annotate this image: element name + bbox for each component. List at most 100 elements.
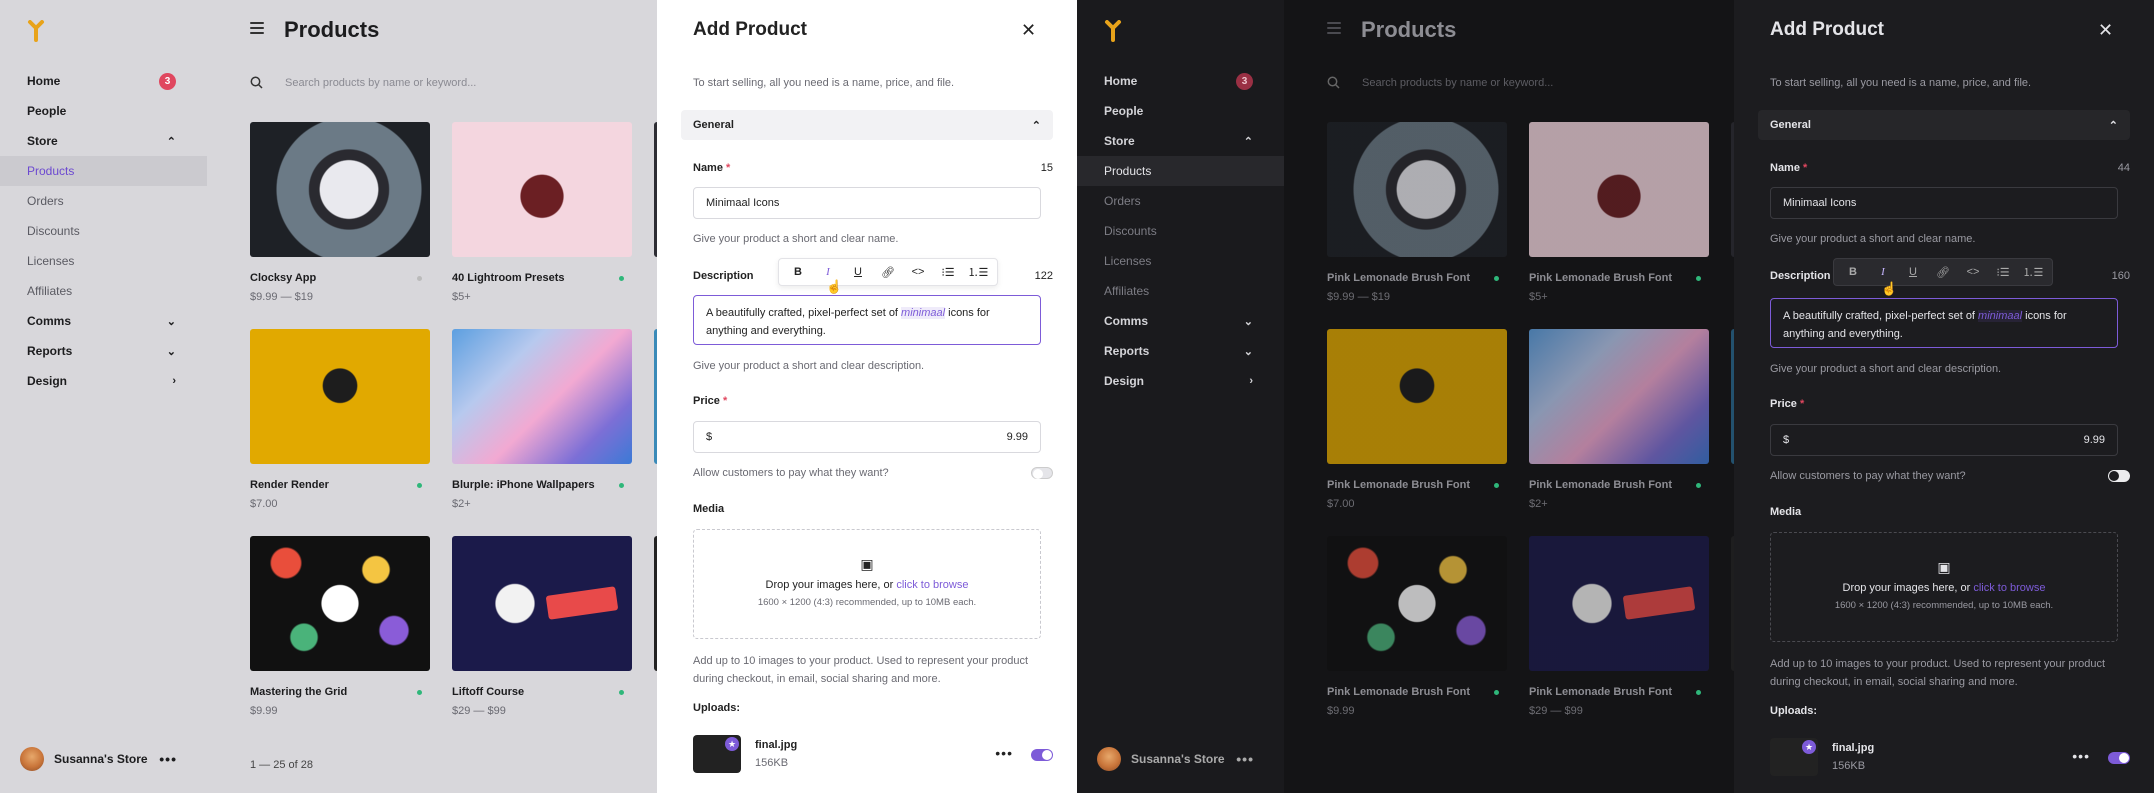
search-input[interactable]: Search products by name or keyword... [285,77,476,89]
sidebar-item-comms[interactable]: Comms ⌄ [1077,306,1284,336]
sidebar-item-orders[interactable]: Orders [0,186,207,216]
menu-icon[interactable] [1327,22,1341,34]
page-title: Products [284,17,380,42]
section-general[interactable]: General ⌃ [681,110,1053,140]
menu-icon[interactable] [250,22,264,34]
underline-icon[interactable]: U [1898,266,1928,278]
description-field[interactable]: A beautifully crafted, pixel-perfect set… [693,295,1041,345]
product-card[interactable]: Blurple: iPhone Wallpapers $2+ [452,329,632,536]
brand-logo-icon[interactable] [26,20,46,42]
product-card[interactable]: Clocksy App $9.99 — $19 [250,122,430,329]
sidebar-item-comms[interactable]: Comms ⌄ [0,306,207,336]
pay-what-you-want-toggle[interactable] [2108,470,2130,482]
more-options-icon[interactable]: ••• [159,751,177,767]
product-card[interactable]: Pink Lemonade Brush Font $2+ [1529,329,1709,536]
numbered-list-icon[interactable]: ⒈☰ [2018,264,2048,280]
brand-logo-icon[interactable] [1103,20,1123,42]
price-label: Price * [693,395,728,407]
code-icon[interactable]: <> [1958,266,1988,278]
sidebar-item-reports[interactable]: Reports ⌄ [0,336,207,366]
sidebar-item-products[interactable]: Products [0,156,207,186]
italic-icon[interactable]: I [1868,266,1898,278]
sidebar-item-licenses[interactable]: Licenses [0,246,207,276]
product-card[interactable]: Pink Lemonade Brush Font $9.99 — $19 [1327,122,1507,329]
name-label: Name * [693,162,731,174]
name-char-count: 15 [1040,162,1053,174]
code-icon[interactable]: <> [903,266,933,278]
sidebar-item-discounts[interactable]: Discounts [1077,216,1284,246]
sidebar-item-label: Comms [27,314,72,328]
more-options-icon[interactable]: ••• [1236,751,1254,767]
search-bar[interactable]: Search products by name or keyword... [1327,76,1553,89]
upload-filesize: 156KB [755,757,789,769]
store-switcher[interactable]: Susanna's Store ••• [20,747,177,771]
image-dropzone[interactable]: ▣ Drop your images here, or click to bro… [1770,532,2118,642]
product-card[interactable]: Pink Lemonade Brush Font $5+ [1529,122,1709,329]
search-bar[interactable]: Search products by name or keyword... [250,76,476,89]
underline-icon[interactable]: U [843,266,873,278]
bullet-list-icon[interactable]: ⁝☰ [1988,266,2018,279]
store-name: Susanna's Store [1131,752,1225,766]
upload-toggle[interactable] [2108,752,2130,764]
browse-link[interactable]: click to browse [896,579,968,591]
sidebar-item-home[interactable]: Home 3 [1077,66,1284,96]
more-options-icon[interactable]: ••• [995,745,1013,761]
more-options-icon[interactable]: ••• [2072,748,2090,764]
product-price: $9.99 [1327,705,1355,717]
close-icon[interactable]: ✕ [2098,20,2113,41]
product-card[interactable]: 40 Lightroom Presets $5+ [452,122,632,329]
product-card[interactable]: Mastering the Grid $9.99 [250,536,430,743]
sidebar-item-orders[interactable]: Orders [1077,186,1284,216]
sidebar-item-products[interactable]: Products [1077,156,1284,186]
sidebar-item-people[interactable]: People [0,96,207,126]
sidebar-item-licenses[interactable]: Licenses [1077,246,1284,276]
search-input[interactable]: Search products by name or keyword... [1362,77,1553,89]
sidebar-item-people[interactable]: People [1077,96,1284,126]
name-help: Give your product a short and clear name… [693,233,899,245]
sidebar-item-label: People [27,104,67,118]
sidebar-item-discounts[interactable]: Discounts [0,216,207,246]
name-field[interactable]: Minimaal Icons [693,187,1041,219]
avatar [20,747,44,771]
description-field[interactable]: A beautifully crafted, pixel-perfect set… [1770,298,2118,348]
sidebar-item-store[interactable]: Store ⌃ [0,126,207,156]
chevron-down-icon: ⌄ [166,345,176,358]
product-card[interactable]: Pink Lemonade Brush Font $7.00 [1327,329,1507,536]
numbered-list-icon[interactable]: ⒈☰ [963,264,993,280]
sidebar-item-design[interactable]: Design › [0,366,207,396]
uploads-label: Uploads: [1770,705,1818,717]
upload-toggle[interactable] [1031,749,1053,761]
sidebar-item-reports[interactable]: Reports ⌄ [1077,336,1284,366]
bullet-list-icon[interactable]: ⁝☰ [933,266,963,279]
bold-icon[interactable]: B [783,266,813,278]
browse-link[interactable]: click to browse [1973,582,2045,594]
product-card[interactable]: Render Render $7.00 [250,329,430,536]
pay-what-you-want-toggle[interactable] [1031,467,1053,479]
image-dropzone[interactable]: ▣ Drop your images here, or click to bro… [693,529,1041,639]
name-field[interactable]: Minimaal Icons [1770,187,2118,219]
product-thumbnail [452,122,632,257]
media-help: Add up to 10 images to your product. Use… [1770,658,2106,688]
product-card[interactable]: Liftoff Course $29 — $99 [452,536,632,743]
price-field[interactable]: $9.99 [693,421,1041,453]
bold-icon[interactable]: B [1838,266,1868,278]
sidebar-item-label: Affiliates [1104,284,1150,298]
chevron-up-icon: ⌃ [2108,119,2118,132]
sidebar-item-home[interactable]: Home 3 [0,66,207,96]
sidebar-item-label: Comms [1104,314,1149,328]
status-dot [417,276,422,281]
link-icon[interactable]: 🔗︎ [873,266,903,279]
section-general[interactable]: General ⌃ [1758,110,2130,140]
price-field[interactable]: $9.99 [1770,424,2118,456]
store-switcher[interactable]: Susanna's Store ••• [1097,747,1254,771]
product-price: $7.00 [250,498,278,510]
sidebar-item-design[interactable]: Design › [1077,366,1284,396]
sidebar-item-affiliates[interactable]: Affiliates [0,276,207,306]
product-card[interactable]: Pink Lemonade Brush Font $29 — $99 [1529,536,1709,743]
product-card[interactable]: Pink Lemonade Brush Font $9.99 [1327,536,1507,743]
close-icon[interactable]: ✕ [1021,20,1036,41]
italic-icon[interactable]: I [813,266,843,278]
link-icon[interactable]: 🔗︎ [1928,266,1958,279]
sidebar-item-store[interactable]: Store ⌃ [1077,126,1284,156]
sidebar-item-affiliates[interactable]: Affiliates [1077,276,1284,306]
